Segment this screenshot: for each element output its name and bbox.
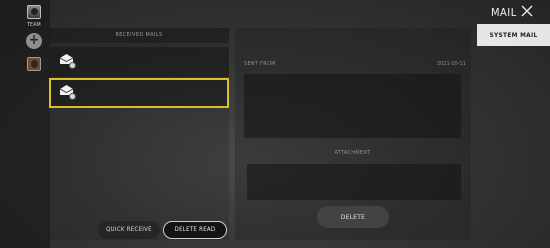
mail-list-item[interactable] xyxy=(49,47,229,77)
teammate-avatar[interactable] xyxy=(27,57,41,71)
quick-receive-button[interactable]: QUICK RECEIVE xyxy=(98,221,160,239)
attachment-badge-icon xyxy=(69,93,76,100)
mail-list-item-selected[interactable] xyxy=(49,78,229,108)
player-avatar[interactable] xyxy=(27,5,41,19)
attachment-area xyxy=(247,164,461,200)
sent-from-label: SENT FROM xyxy=(244,61,276,67)
delete-read-button[interactable]: DELETE READ xyxy=(163,221,227,239)
attachment-badge-icon xyxy=(69,62,76,69)
add-teammate-button[interactable]: + xyxy=(26,33,42,49)
mail-message-body xyxy=(244,74,461,138)
page-title: MAIL xyxy=(491,6,517,19)
left-sidebar xyxy=(0,0,50,248)
mail-date: 2021-10-11 xyxy=(437,61,466,67)
delete-button[interactable]: DELETE xyxy=(317,206,389,228)
received-mails-header: RECEIVED MAILS xyxy=(49,28,229,43)
attachment-label: ATTACHMENT xyxy=(334,150,371,156)
tab-system-mail[interactable]: SYSTEM MAIL xyxy=(477,24,550,46)
team-label: TEAM xyxy=(27,22,41,28)
close-icon[interactable] xyxy=(520,4,534,18)
